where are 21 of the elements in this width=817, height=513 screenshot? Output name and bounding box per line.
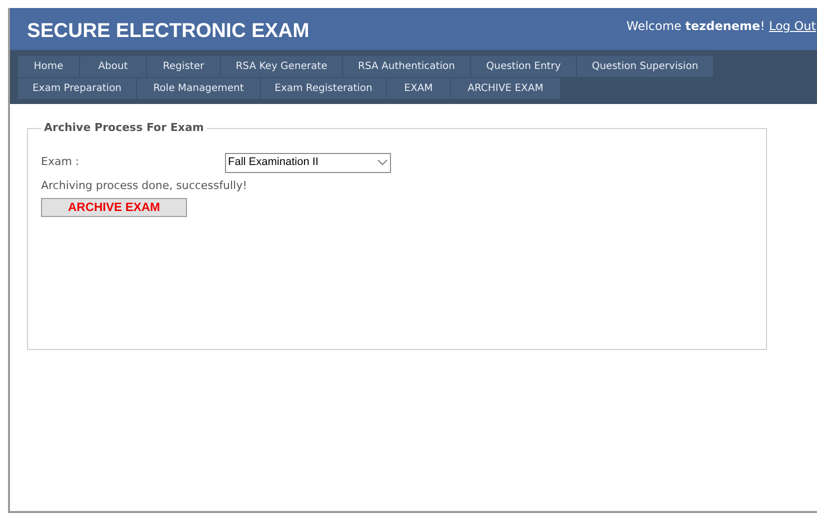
logout-link[interactable]: Log Out	[768, 17, 816, 35]
menu-tab[interactable]: Exam Preparation	[18, 78, 137, 100]
menu-tab[interactable]: RSA Key Generate	[221, 56, 343, 78]
menu-tab[interactable]: EXAM	[387, 78, 451, 100]
menu-tab[interactable]: Question Entry	[471, 56, 577, 78]
menu-tab[interactable]: Exam Registeration	[261, 78, 387, 100]
menu-tab[interactable]: RSA Authentication	[343, 56, 471, 78]
welcome-text: Welcome tezdeneme!	[626, 18, 765, 35]
site-title: SECURE ELECTRONIC EXAM	[27, 19, 310, 44]
menu-tab[interactable]: Question Supervision	[577, 56, 714, 78]
menu-tab[interactable]: Register	[147, 56, 221, 78]
menu-tab[interactable]: Home	[18, 56, 80, 78]
menu-tab[interactable]: ARCHIVE EXAM	[451, 78, 561, 100]
menu-tab[interactable]: About	[80, 56, 147, 78]
exam-label: Exam :	[41, 154, 80, 170]
status-message: Archiving process done, successfully!	[41, 178, 248, 194]
exam-select[interactable]: Fall Examination II	[225, 152, 391, 172]
chevron-down-icon	[377, 159, 388, 166]
archive-button[interactable]: ARCHIVE EXAM	[41, 198, 187, 216]
menu-tab[interactable]: Role Management	[137, 78, 261, 100]
panel-legend: Archive Process For Exam	[41, 120, 207, 136]
